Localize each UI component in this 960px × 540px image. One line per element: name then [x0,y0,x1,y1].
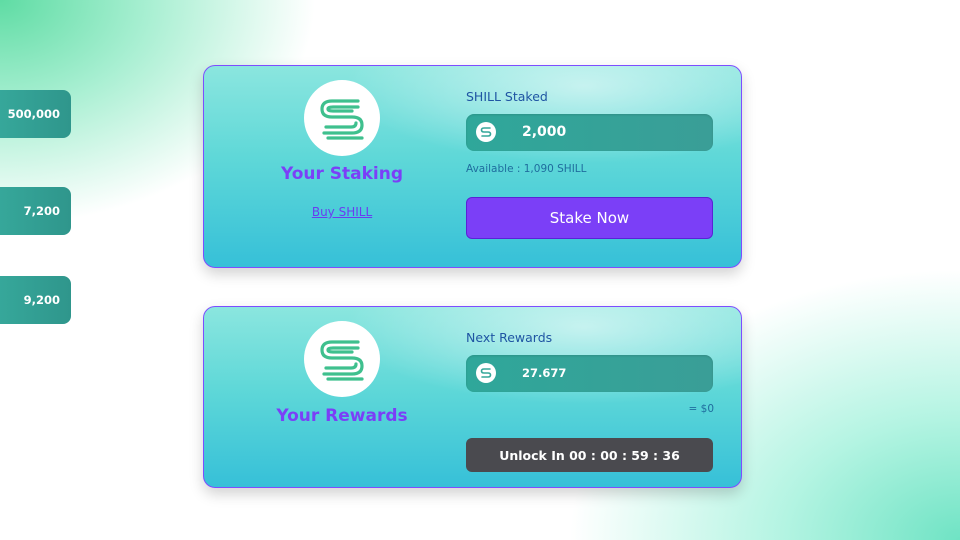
shill-logo-icon [304,80,380,156]
shill-staked-label: SHILL Staked [466,89,548,104]
next-rewards-label: Next Rewards [466,330,553,345]
shill-token-icon [476,122,496,142]
side-tab-label: 500,000 [7,107,60,121]
rewards-amount-value: 27.677 [522,366,567,380]
staking-title: Your Staking [280,164,404,184]
rewards-usd-value: = $0 [688,403,715,415]
side-tab-label: 9,200 [23,293,60,307]
side-tab-value[interactable]: 500,000 [0,90,71,138]
side-tab-value[interactable]: 7,200 [0,187,71,235]
shill-logo-icon [304,321,380,397]
stake-now-button[interactable]: Stake Now [466,197,713,239]
rewards-card: Your Rewards Next Rewards 27.677 = $0 Un… [203,306,742,488]
staking-card: Your Staking Buy SHILL SHILL Staked 2,00… [203,65,742,268]
staked-amount-value: 2,000 [522,124,567,140]
staked-amount-field[interactable]: 2,000 [466,114,713,151]
side-tab-label: 7,200 [23,204,60,218]
buy-shill-link[interactable]: Buy SHILL [242,205,442,219]
rewards-amount-field: 27.677 [466,355,713,392]
shill-token-icon [476,363,496,383]
available-balance: Available : 1,090 SHILL [466,163,587,175]
side-tab-value[interactable]: 9,200 [0,276,71,324]
rewards-title: Your Rewards [276,406,408,426]
unlock-countdown-button[interactable]: Unlock In 00 : 00 : 59 : 36 [466,438,713,472]
